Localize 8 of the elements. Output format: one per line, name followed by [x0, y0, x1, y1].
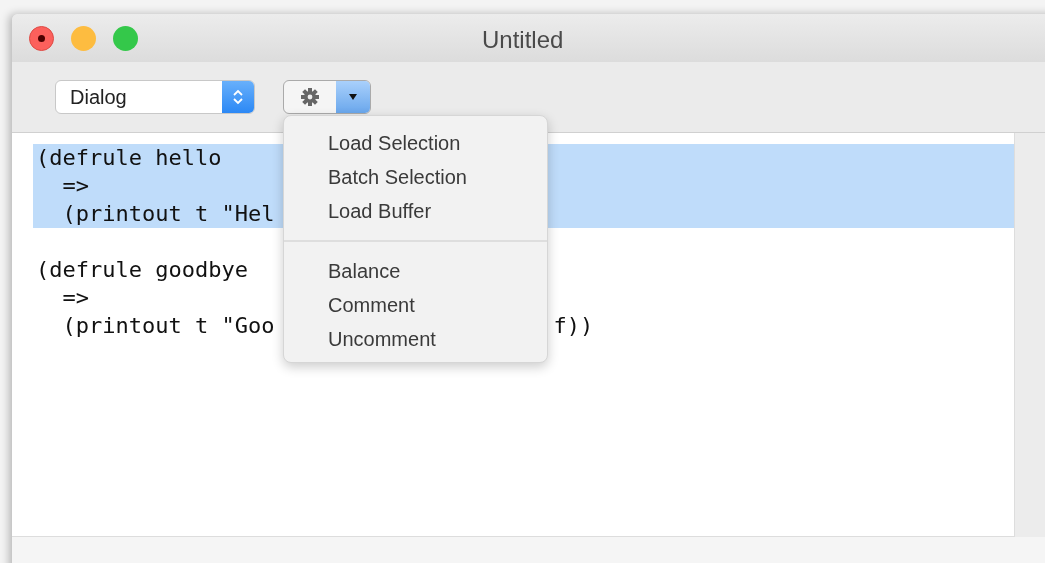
code-text: (defrule goodbye: [36, 257, 248, 282]
code-text: (printout t "Hel: [61, 201, 275, 226]
code-text: =>: [61, 285, 89, 310]
code-text: f)): [553, 312, 594, 340]
code-text: =>: [61, 173, 89, 198]
code-text: (printout t "Goo: [61, 313, 275, 338]
window-title: Untitled: [482, 26, 564, 54]
code-text: (defrule hello: [36, 145, 222, 170]
